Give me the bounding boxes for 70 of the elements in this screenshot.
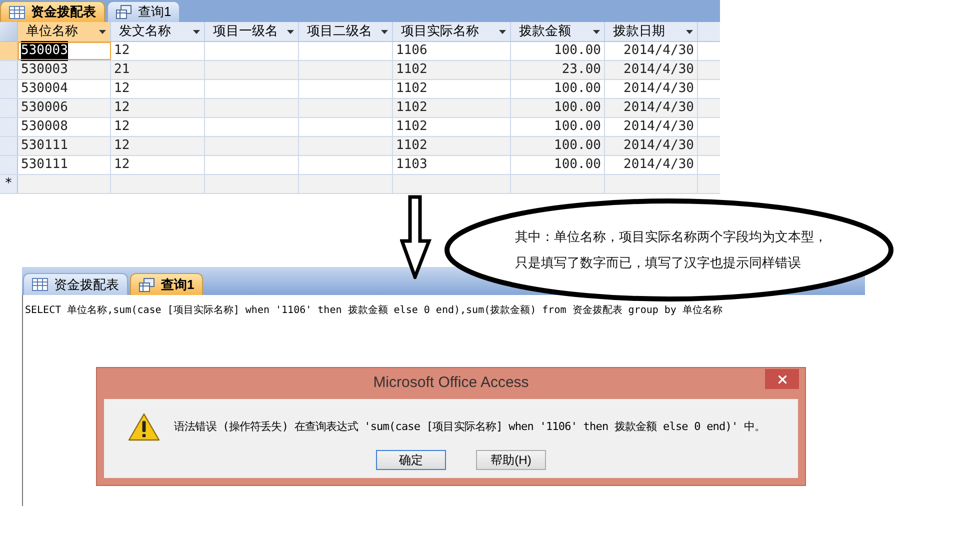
table-cell-text: 1102 xyxy=(396,99,428,118)
close-button[interactable] xyxy=(765,369,799,389)
dropdown-arrow-icon xyxy=(287,30,294,34)
dropdown-arrow-icon xyxy=(686,30,693,34)
table-cell-text: 1106 xyxy=(396,42,428,60)
sql-text: SELECT 单位名称,sum(case [项目实际名称] when '1106' then 拨款金额 else 0 end),sum(拨款金额) from 资金拨配表 group by 单位名称 xyxy=(25,305,722,316)
table-cell-text: 100.00 xyxy=(554,42,601,60)
query-icon xyxy=(116,5,132,19)
table-cell-text: 12 xyxy=(114,118,130,136)
annotation-text: 其中：单位名称，项目实际名称两个字段均为文本型， xyxy=(515,229,827,247)
dialog-button[interactable]: 确定 xyxy=(376,450,446,470)
table-icon xyxy=(9,6,25,18)
table-cell-text: 12 xyxy=(114,99,130,118)
select-all-corner[interactable] xyxy=(0,22,18,41)
table-cell-text: 2014/4/30 xyxy=(624,99,694,118)
table-cell-text: 2014/4/30 xyxy=(624,118,694,136)
row-selector[interactable] xyxy=(0,42,18,60)
table-cell-text: 21 xyxy=(114,61,130,80)
table-cell-text: 530008 xyxy=(21,118,68,136)
document-tab[interactable]: 资金拨配表 xyxy=(23,273,128,295)
column-header[interactable]: 单位名称 xyxy=(18,22,111,41)
table-cell-text: 1102 xyxy=(396,61,428,80)
table-cell-text: 100.00 xyxy=(554,137,601,156)
dialog-button[interactable]: 帮助(H) xyxy=(476,450,546,470)
dropdown-arrow-icon xyxy=(593,30,600,34)
dropdown-arrow-icon xyxy=(381,30,388,34)
row-selector[interactable] xyxy=(0,61,18,79)
warning-icon xyxy=(128,413,160,441)
error-message: 语法错误 (操作符丢失) 在查询表达式 'sum(case [项目实际名称] when '1106' then 拨款金额 else 0 end)' 中。 xyxy=(174,418,766,435)
table-cell-text: 530111 xyxy=(21,137,68,156)
table-cell-text: 2014/4/30 xyxy=(624,80,694,98)
row-selector[interactable] xyxy=(0,99,18,117)
document-tab[interactable]: 查询1 xyxy=(130,273,204,295)
table-cell-text: 1103 xyxy=(396,156,428,174)
document-tab[interactable]: 查询1 xyxy=(107,1,180,22)
table-cell-text: 12 xyxy=(114,42,130,60)
table-cell-text: 23.00 xyxy=(562,61,601,80)
table-icon xyxy=(32,278,48,291)
close-icon xyxy=(776,372,788,386)
table-cell-text: 1102 xyxy=(396,118,428,136)
document-tab[interactable]: 资金拨配表 xyxy=(0,1,105,22)
table-cell-text: 2014/4/30 xyxy=(624,137,694,156)
dropdown-arrow-icon xyxy=(193,30,200,34)
table-cell-text: 1102 xyxy=(396,137,428,156)
table-cell-text: 2014/4/30 xyxy=(624,61,694,80)
table-cell-text: 530006 xyxy=(21,99,68,118)
table-cell-text: 2014/4/30 xyxy=(624,42,694,60)
query-icon xyxy=(139,278,155,292)
dropdown-arrow-icon xyxy=(499,30,506,34)
table-cell-text: 100.00 xyxy=(554,80,601,98)
dropdown-arrow-icon xyxy=(99,30,106,34)
table-cell-text: 12 xyxy=(114,80,130,98)
annotation-text: 只是填写了数字而已，填写了汉字也提示同样错误 xyxy=(515,254,802,272)
new-row-marker: * xyxy=(5,175,12,194)
dialog-title: Microsoft Office Access xyxy=(373,373,529,394)
table-cell: 530003 xyxy=(21,41,68,61)
table-cell-text: 12 xyxy=(114,137,130,156)
row-selector[interactable] xyxy=(0,137,18,155)
table-cell-text: 100.00 xyxy=(554,118,601,136)
table-cell-text: 2014/4/30 xyxy=(624,156,694,174)
table-cell-text: 12 xyxy=(114,156,130,174)
row-selector[interactable] xyxy=(0,80,18,98)
table-cell-text: 530004 xyxy=(21,80,68,98)
row-selector[interactable] xyxy=(0,156,18,174)
table-cell-text: 530111 xyxy=(21,156,68,174)
table-cell-text: 100.00 xyxy=(554,99,601,118)
table-cell-text: 530003 xyxy=(21,61,68,80)
table-cell-text: 100.00 xyxy=(554,156,601,174)
row-selector[interactable] xyxy=(0,118,18,136)
table-cell-text: 1102 xyxy=(396,80,428,98)
